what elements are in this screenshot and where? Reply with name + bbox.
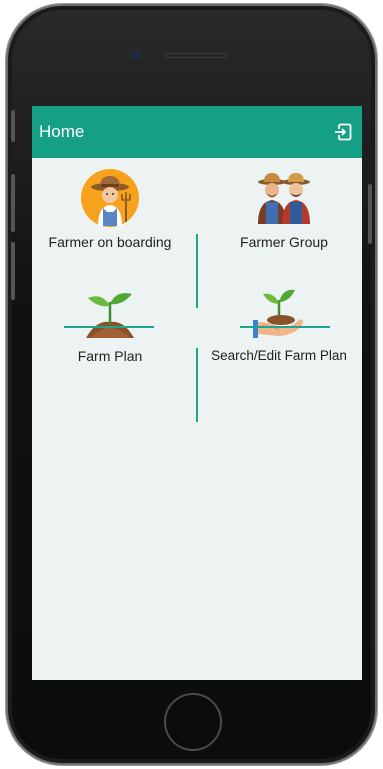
hand-plant-icon [253,289,303,338]
tile-farm-plan[interactable]: Farm Plan [32,282,188,364]
front-camera [130,50,140,60]
farmer-icon [81,169,139,227]
volume-down-button [11,242,15,300]
row-divider [240,326,330,328]
tile-label: Farm Plan [77,348,143,364]
menu-grid: Farmer on boarding Farmer Group Farm Pla… [32,158,362,458]
tile-label: Farmer on boarding [48,234,172,250]
app-screen: Home Farmer on boarding Farmer Group Far… [32,106,362,680]
logout-icon[interactable] [334,123,352,141]
home-button[interactable] [164,693,222,751]
page-title: Home [39,122,85,141]
mute-switch [11,110,15,142]
row-divider [64,326,154,328]
tile-farmer-onboarding[interactable]: Farmer on boarding [32,168,188,250]
tile-farmer-group[interactable]: Farmer Group [206,168,362,250]
column-divider [196,348,198,422]
tile-search-edit-farm-plan[interactable]: Search/Edit Farm Plan [196,282,362,363]
power-button [368,184,372,244]
tile-label: Farmer Group [240,234,328,250]
sprout-icon [86,293,134,338]
earpiece-speaker [165,53,227,58]
app-bar: Home [32,106,362,158]
column-divider [196,234,198,308]
volume-up-button [11,174,15,232]
tile-label: Search/Edit Farm Plan [211,348,347,363]
farmer-group-icon [258,173,310,224]
